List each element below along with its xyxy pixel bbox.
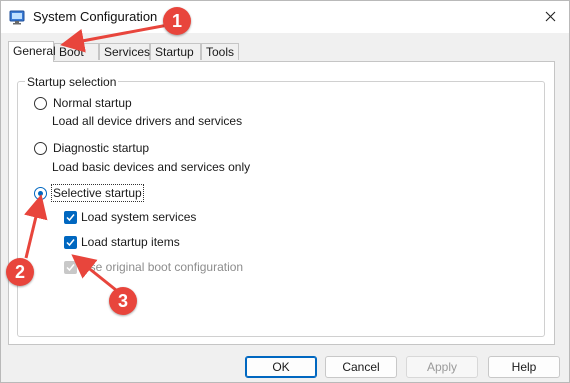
selective-startup-radio[interactable]: Selective startup [34, 184, 144, 202]
use-original-boot-configuration-label: Use original boot configuration [81, 260, 244, 274]
tab-general-label: General [13, 44, 56, 58]
use-original-boot-configuration-checkbox: Use original boot configuration [64, 260, 243, 274]
load-startup-items-checkbox[interactable]: Load startup items [64, 235, 180, 249]
tab-general[interactable]: General [8, 41, 56, 62]
help-button[interactable]: Help [488, 356, 560, 378]
tab-tools[interactable]: Tools [201, 43, 239, 60]
checkmark-icon[interactable] [64, 235, 77, 249]
load-system-services-checkbox[interactable]: Load system services [64, 210, 196, 224]
diagnostic-startup-radio[interactable]: Diagnostic startup [34, 141, 149, 155]
cancel-button[interactable]: Cancel [325, 356, 397, 378]
tab-services-label: Services [104, 45, 151, 59]
tab-boot[interactable]: Boot [54, 43, 99, 60]
close-icon [545, 11, 555, 21]
callout-3-badge: 3 [109, 287, 137, 315]
radio-button-unchecked[interactable] [34, 96, 47, 110]
tab-tools-label: Tools [206, 45, 235, 59]
system-configuration-window: System Configuration General Boot Servic… [0, 0, 570, 383]
general-tab-panel: Startup selection Normal startup Load al… [8, 61, 555, 345]
close-button[interactable] [537, 5, 563, 27]
tab-services[interactable]: Services [99, 43, 150, 60]
window-title: System Configuration [33, 9, 158, 24]
selective-startup-label: Selective startup [51, 184, 144, 202]
callout-2-badge: 2 [6, 258, 34, 286]
normal-startup-label: Normal startup [53, 96, 132, 110]
normal-startup-radio[interactable]: Normal startup [34, 96, 132, 110]
callout-1-badge: 1 [163, 7, 191, 35]
ok-button[interactable]: OK [245, 356, 317, 378]
radio-button-unchecked[interactable] [34, 141, 47, 155]
tab-startup-label: Startup [155, 45, 194, 59]
diagnostic-startup-description: Load basic devices and services only [52, 160, 251, 174]
apply-button[interactable]: Apply [406, 356, 478, 378]
radio-button-checked[interactable] [34, 186, 47, 200]
load-system-services-label: Load system services [81, 210, 197, 224]
startup-selection-title: Startup selection [25, 75, 119, 89]
tab-boot-label: Boot [59, 45, 84, 59]
normal-startup-description: Load all device drivers and services [52, 114, 243, 128]
tab-startup[interactable]: Startup [150, 43, 201, 60]
title-bar: System Configuration [1, 1, 569, 33]
checkmark-icon [64, 260, 77, 274]
system-configuration-icon [9, 10, 25, 25]
diagnostic-startup-label: Diagnostic startup [53, 141, 150, 155]
load-startup-items-label: Load startup items [81, 235, 180, 249]
checkmark-icon[interactable] [64, 210, 77, 224]
